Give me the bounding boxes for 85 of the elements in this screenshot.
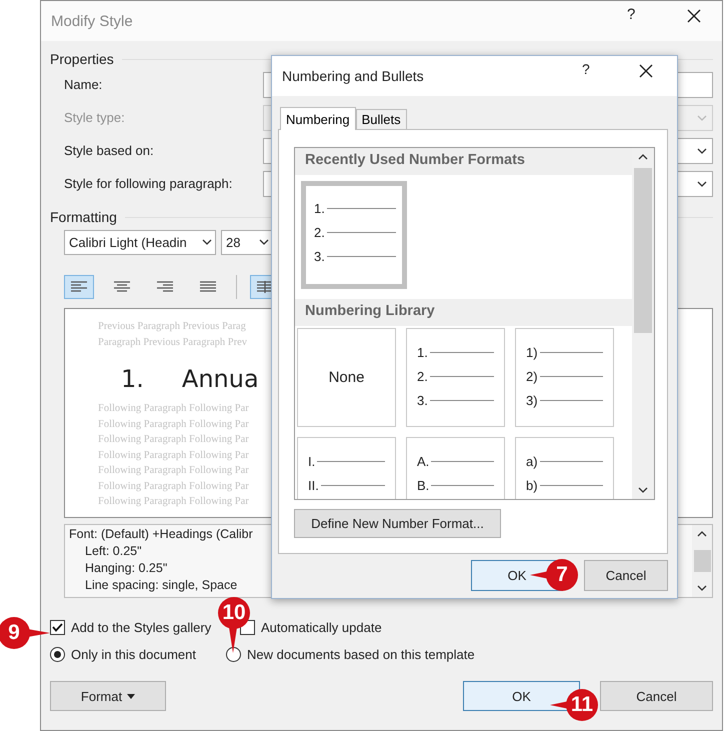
list-marker: 1. (314, 200, 325, 216)
number-format-tile[interactable]: 1. 2. 3. (406, 328, 505, 427)
chevron-down-icon[interactable] (638, 487, 648, 493)
text-align-icon (113, 280, 131, 294)
list-marker: 3) (526, 392, 538, 408)
preview-text: Previous Paragraph Previous Parag (98, 320, 246, 334)
number-format-tile[interactable]: 1) 2) 3) (515, 328, 614, 427)
number-format-tile[interactable]: I. II. (297, 437, 396, 499)
list-marker: 2. (314, 224, 325, 240)
checkbox-label: Add to the Styles gallery (71, 620, 212, 634)
list-marker: A. (417, 454, 430, 468)
list-marker: II. (308, 478, 319, 492)
checkbox-label: Automatically update (261, 620, 382, 634)
field-label: Style for following paragraph: (64, 176, 234, 191)
number-format-tile[interactable]: a) b) (515, 437, 614, 499)
dialog-title: Numbering and Bullets (282, 68, 424, 84)
scrollbar[interactable] (632, 148, 654, 499)
preview-text: Following Paragraph Following Par (98, 480, 249, 494)
chevron-up-icon[interactable] (697, 531, 707, 537)
field-label: Name: (64, 77, 104, 92)
cancel-button[interactable]: Cancel (600, 681, 713, 711)
list-marker: I. (308, 454, 316, 468)
help-button[interactable]: ? (627, 6, 636, 23)
cancel-button[interactable]: Cancel (584, 560, 668, 591)
field-label: Style type: (64, 110, 126, 125)
text-align-icon (70, 280, 88, 294)
preview-number: 1. (121, 365, 144, 393)
chevron-down-icon (697, 180, 707, 186)
list-marker: 3. (314, 248, 325, 264)
preview-text: Following Paragraph Following Par (98, 402, 249, 416)
preview-text: Following Paragraph Following Par (98, 433, 249, 447)
radio-label: Only in this document (71, 646, 196, 662)
none-format-tile[interactable]: None (297, 328, 396, 427)
chevron-down-icon (697, 148, 707, 154)
define-format-button[interactable]: Define New Number Format... (294, 509, 501, 538)
text-align-icon (156, 280, 174, 294)
list-marker: 1. (417, 344, 428, 360)
preview-text: Following Paragraph Following Par (98, 448, 249, 462)
list-marker: 1) (526, 344, 538, 360)
chevron-down-icon (697, 114, 707, 120)
scrollbar[interactable] (692, 525, 712, 597)
preview-text: Following Paragraph Following Par (98, 495, 249, 509)
preview-heading: Annua (182, 365, 259, 393)
line-spacing-icon (256, 280, 274, 294)
size-dropdown[interactable]: 28 (221, 230, 273, 255)
section-heading: Recently Used Number Formats (295, 148, 632, 175)
description-text: Hanging: 0.25" (85, 560, 168, 577)
preview-text: Following Paragraph Following Par (98, 464, 249, 478)
caret-down-icon (127, 694, 136, 698)
list-marker: b) (526, 478, 538, 492)
tab[interactable]: Numbering (280, 107, 356, 130)
group-heading: Properties (50, 51, 114, 67)
help-button[interactable]: ? (582, 61, 590, 77)
list-marker: 3. (417, 392, 428, 408)
radio-label: New documents based on this template (247, 646, 475, 662)
font-dropdown[interactable]: Calibri Light (Headin (64, 230, 216, 255)
list-marker: 2. (417, 368, 428, 384)
description-text: Font: (Default) +Headings (Calibr (69, 526, 253, 543)
tab[interactable]: Bullets (356, 109, 407, 129)
step-number: 9 (0, 617, 30, 649)
radio-button[interactable] (226, 646, 241, 662)
number-format-tile[interactable]: 1. 2. 3. (301, 181, 407, 289)
list-marker: 2) (526, 368, 538, 384)
close-icon[interactable] (639, 64, 653, 78)
description-text: Left: 0.25" (85, 543, 142, 560)
preview-text: Following Paragraph Following Par (98, 418, 249, 432)
chevron-down-icon (259, 239, 269, 245)
description-text: Line spacing: single, Space (85, 577, 238, 594)
chevron-down-icon (202, 239, 212, 245)
chevron-down-icon[interactable] (697, 585, 707, 591)
window-title: Modify Style (51, 12, 133, 30)
radio-button[interactable] (50, 646, 65, 662)
list-marker: B. (417, 478, 430, 492)
field-label: Style based on: (64, 143, 155, 158)
group-heading: Formatting (50, 209, 117, 225)
format-button[interactable]: Format (50, 681, 166, 711)
align-left-button[interactable] (64, 275, 94, 299)
preview-text: Paragraph Previous Paragraph Prev (98, 336, 247, 350)
chevron-up-icon[interactable] (638, 154, 648, 160)
checkbox[interactable] (50, 620, 65, 634)
close-icon[interactable] (687, 9, 701, 23)
list-marker: a) (526, 454, 538, 468)
text-align-icon (199, 280, 217, 294)
number-format-tile[interactable]: A. B. (406, 437, 505, 499)
section-heading: Numbering Library (295, 299, 632, 326)
